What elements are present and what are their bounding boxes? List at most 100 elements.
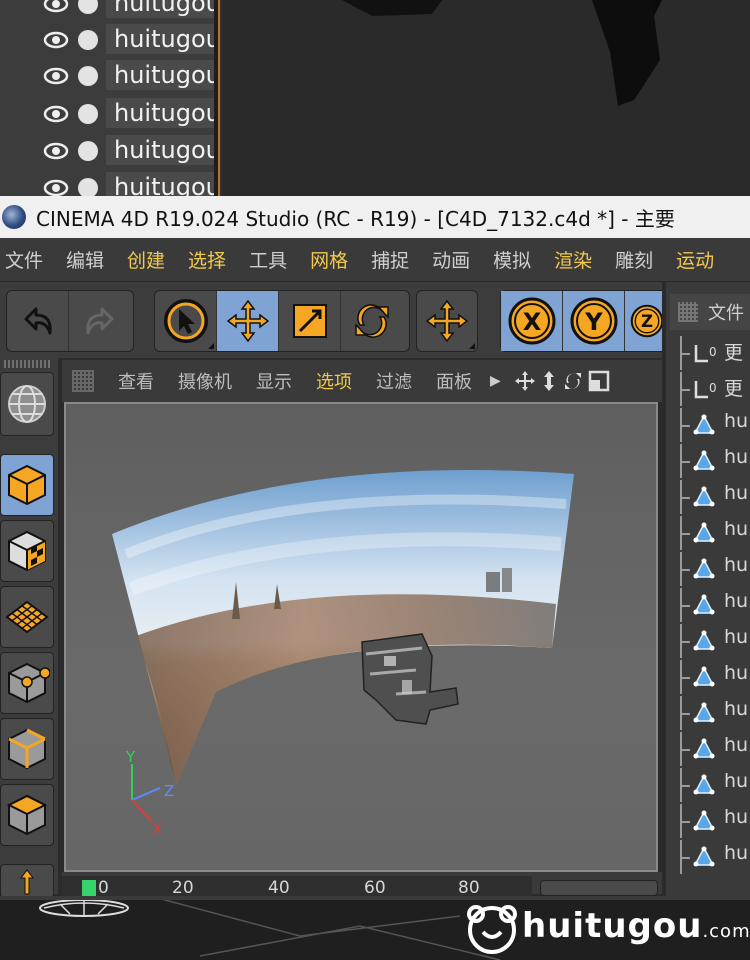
object-tree-label[interactable]: hu [724, 806, 748, 828]
eye-visibility-icon[interactable] [42, 137, 70, 165]
status-dot[interactable] [78, 30, 98, 50]
building-model[interactable] [361, 633, 459, 725]
menu-create[interactable]: 创建 [127, 246, 165, 273]
menu-snap[interactable]: 捕捉 [371, 246, 409, 273]
frame-field[interactable] [540, 880, 658, 896]
eye-visibility-icon[interactable] [42, 26, 70, 54]
object-name[interactable]: huitugou [106, 60, 216, 90]
list-item[interactable]: huitugou [0, 22, 216, 58]
menu-file-om[interactable]: 文件 [708, 299, 744, 325]
vp-menu-panel[interactable]: 面板 [436, 368, 472, 394]
object-tree-row[interactable]: hu [680, 408, 750, 442]
list-item[interactable]: huitugou [0, 0, 216, 22]
vp-menu-filter[interactable]: 过滤 [376, 368, 412, 394]
object-tree-row[interactable]: hu [680, 768, 750, 802]
orbit-icon[interactable] [561, 369, 585, 393]
point-mode-button[interactable] [0, 652, 54, 714]
list-item[interactable]: huitugou [0, 96, 216, 132]
menu-tools[interactable]: 工具 [249, 246, 287, 273]
object-name[interactable]: huitugou [106, 172, 216, 196]
object-tree-label[interactable]: hu [724, 590, 748, 612]
menu-select[interactable]: 选择 [188, 246, 226, 273]
object-tree-label[interactable]: hu [724, 518, 748, 540]
polygon-mode-button[interactable] [0, 784, 54, 846]
object-tree-label[interactable]: hu [724, 734, 748, 756]
menu-render[interactable]: 渲染 [554, 246, 592, 273]
object-tree-row[interactable]: hu [680, 588, 750, 622]
object-tree-row[interactable]: hu [680, 444, 750, 478]
object-tree-row[interactable]: hu [680, 732, 750, 766]
panel-grip[interactable] [678, 302, 698, 322]
vp-menu-overflow-icon[interactable]: ▶ [490, 373, 501, 389]
object-tree-label[interactable]: hu [724, 554, 748, 576]
live-select-button[interactable] [155, 291, 217, 351]
object-tree-row[interactable]: hu [680, 552, 750, 586]
window-titlebar[interactable]: CINEMA 4D R19.024 Studio (RC - R19) - [C… [0, 196, 750, 238]
model-mode-button[interactable] [0, 454, 54, 516]
axis-mode-button[interactable] [0, 864, 54, 898]
object-tree-label[interactable]: hu [724, 410, 748, 432]
menu-file[interactable]: 文件 [5, 246, 43, 273]
status-dot[interactable] [78, 178, 98, 196]
panel-divider[interactable] [214, 0, 220, 196]
object-name[interactable]: huitugou [106, 24, 216, 54]
texture-mode-button[interactable] [0, 520, 54, 582]
object-name[interactable]: huitugou [106, 98, 216, 128]
list-item[interactable]: huitugou [0, 58, 216, 94]
move-tool-button[interactable] [217, 291, 279, 351]
palette-grip[interactable] [4, 360, 52, 368]
3d-viewport[interactable]: Y Z X [64, 402, 658, 872]
maximize-view-icon[interactable] [587, 369, 611, 393]
axis-z-button[interactable]: Z [625, 291, 665, 351]
object-tree-label[interactable]: hu [724, 446, 748, 468]
object-name[interactable]: huitugou [106, 135, 216, 165]
recent-move-button[interactable] [417, 291, 477, 351]
make-editable-button[interactable] [0, 372, 54, 436]
object-tree-label[interactable]: 更 [724, 338, 743, 365]
zoom-icon[interactable] [539, 369, 559, 393]
menu-animate[interactable]: 动画 [432, 246, 470, 273]
object-tree-row[interactable]: hu [680, 480, 750, 514]
object-tree-label[interactable]: hu [724, 662, 748, 684]
object-tree-label[interactable]: 更 [724, 374, 743, 401]
object-tree-row[interactable]: hu [680, 840, 750, 874]
menu-edit[interactable]: 编辑 [66, 246, 104, 273]
vp-menu-options[interactable]: 选项 [316, 368, 352, 394]
object-tree-label[interactable]: hu [724, 842, 748, 864]
viewport-grip[interactable] [72, 370, 94, 392]
status-dot[interactable] [78, 104, 98, 124]
object-tree-row[interactable]: hu [680, 804, 750, 838]
menu-sculpt[interactable]: 雕刻 [615, 246, 653, 273]
object-name[interactable]: huitugou [106, 0, 216, 18]
object-tree-row[interactable]: hu [680, 696, 750, 730]
axis-y-button[interactable]: Y [563, 291, 625, 351]
vp-menu-display[interactable]: 显示 [256, 368, 292, 394]
vp-menu-view[interactable]: 查看 [118, 368, 154, 394]
eye-visibility-icon[interactable] [42, 174, 70, 196]
undo-button[interactable] [7, 291, 69, 351]
rotate-tool-button[interactable] [341, 291, 403, 351]
pan-icon[interactable] [513, 369, 537, 393]
scale-tool-button[interactable] [279, 291, 341, 351]
edge-mode-button[interactable] [0, 718, 54, 780]
list-item[interactable]: huitugou [0, 170, 216, 196]
top-viewport[interactable] [222, 0, 750, 196]
vp-menu-cameras[interactable]: 摄像机 [178, 368, 232, 394]
redo-button[interactable] [69, 291, 131, 351]
object-tree-label[interactable]: hu [724, 626, 748, 648]
timeline-ruler[interactable]: 0 20 40 60 80 [62, 876, 532, 898]
menu-simulate[interactable]: 模拟 [493, 246, 531, 273]
status-dot[interactable] [78, 141, 98, 161]
eye-visibility-icon[interactable] [42, 62, 70, 90]
object-tree-label[interactable]: hu [724, 770, 748, 792]
list-item[interactable]: huitugou [0, 133, 216, 169]
object-tree-row[interactable]: hu [680, 660, 750, 694]
menu-motion[interactable]: 运动 [676, 246, 714, 273]
panorama-surface[interactable] [112, 470, 574, 786]
axis-x-button[interactable]: X [501, 291, 563, 351]
menu-mesh[interactable]: 网格 [310, 246, 348, 273]
object-tree-label[interactable]: hu [724, 482, 748, 504]
eye-visibility-icon[interactable] [42, 100, 70, 128]
object-tree-row[interactable]: 0更 [680, 336, 750, 370]
eye-visibility-icon[interactable] [42, 0, 70, 18]
